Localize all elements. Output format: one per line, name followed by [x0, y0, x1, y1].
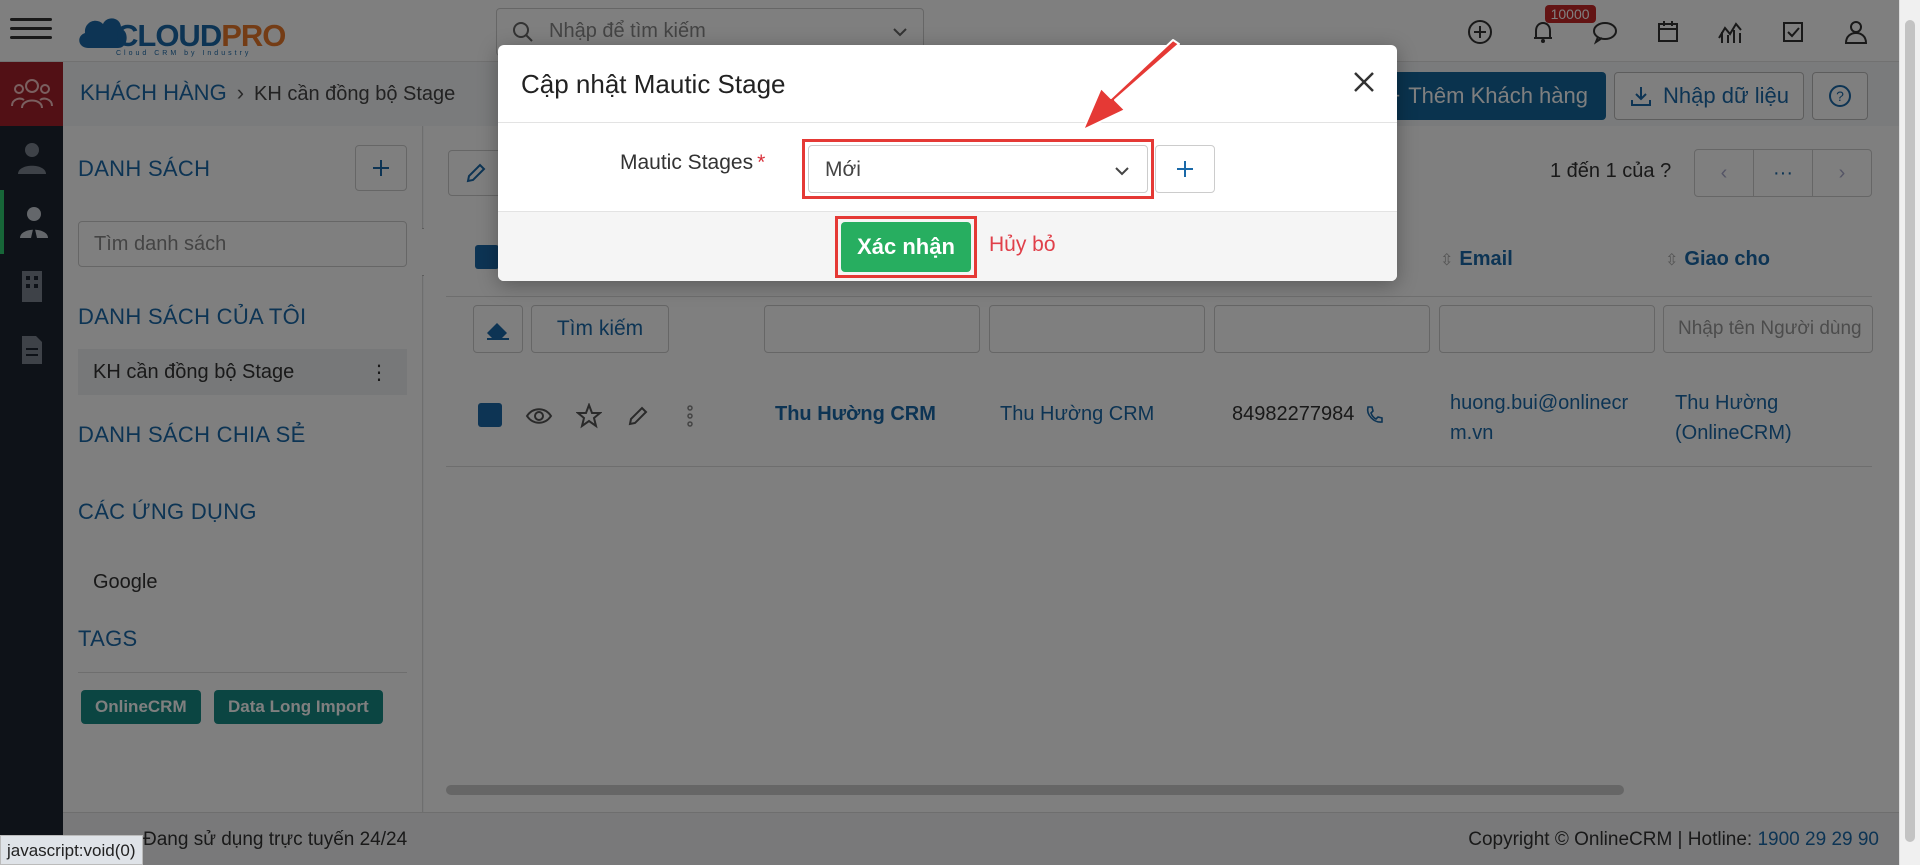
mautic-stages-label: Mautic Stages *	[620, 151, 765, 175]
confirm-button[interactable]: Xác nhận	[841, 222, 971, 272]
close-icon	[1354, 72, 1374, 92]
dialog-footer: Xác nhận Hủy bỏ	[498, 211, 1397, 281]
add-stage-button[interactable]	[1155, 145, 1215, 193]
close-dialog-button[interactable]	[1348, 66, 1380, 98]
annotation-arrow-icon	[1082, 39, 1180, 131]
cancel-link[interactable]: Hủy bỏ	[989, 233, 1056, 257]
selected-stage-value: Mới	[825, 158, 861, 181]
dialog-title: Cập nhật Mautic Stage	[521, 69, 786, 99]
mautic-stage-select[interactable]: Mới	[808, 145, 1148, 193]
scrollbar-thumb[interactable]	[1905, 20, 1915, 842]
update-mautic-stage-dialog: Cập nhật Mautic Stage Mautic Stages * Mới…	[498, 45, 1397, 281]
page-vertical-scrollbar[interactable]	[1899, 0, 1920, 865]
status-bar-url: javascript:void(0)	[0, 835, 143, 865]
mautic-stages-label-text: Mautic Stages	[620, 151, 754, 174]
chevron-down-icon	[1115, 167, 1129, 176]
required-mark: *	[757, 151, 766, 174]
plus-icon	[1177, 161, 1193, 177]
dialog-header: Cập nhật Mautic Stage	[498, 45, 1397, 123]
dialog-body: Mautic Stages * Mới	[498, 123, 1397, 211]
